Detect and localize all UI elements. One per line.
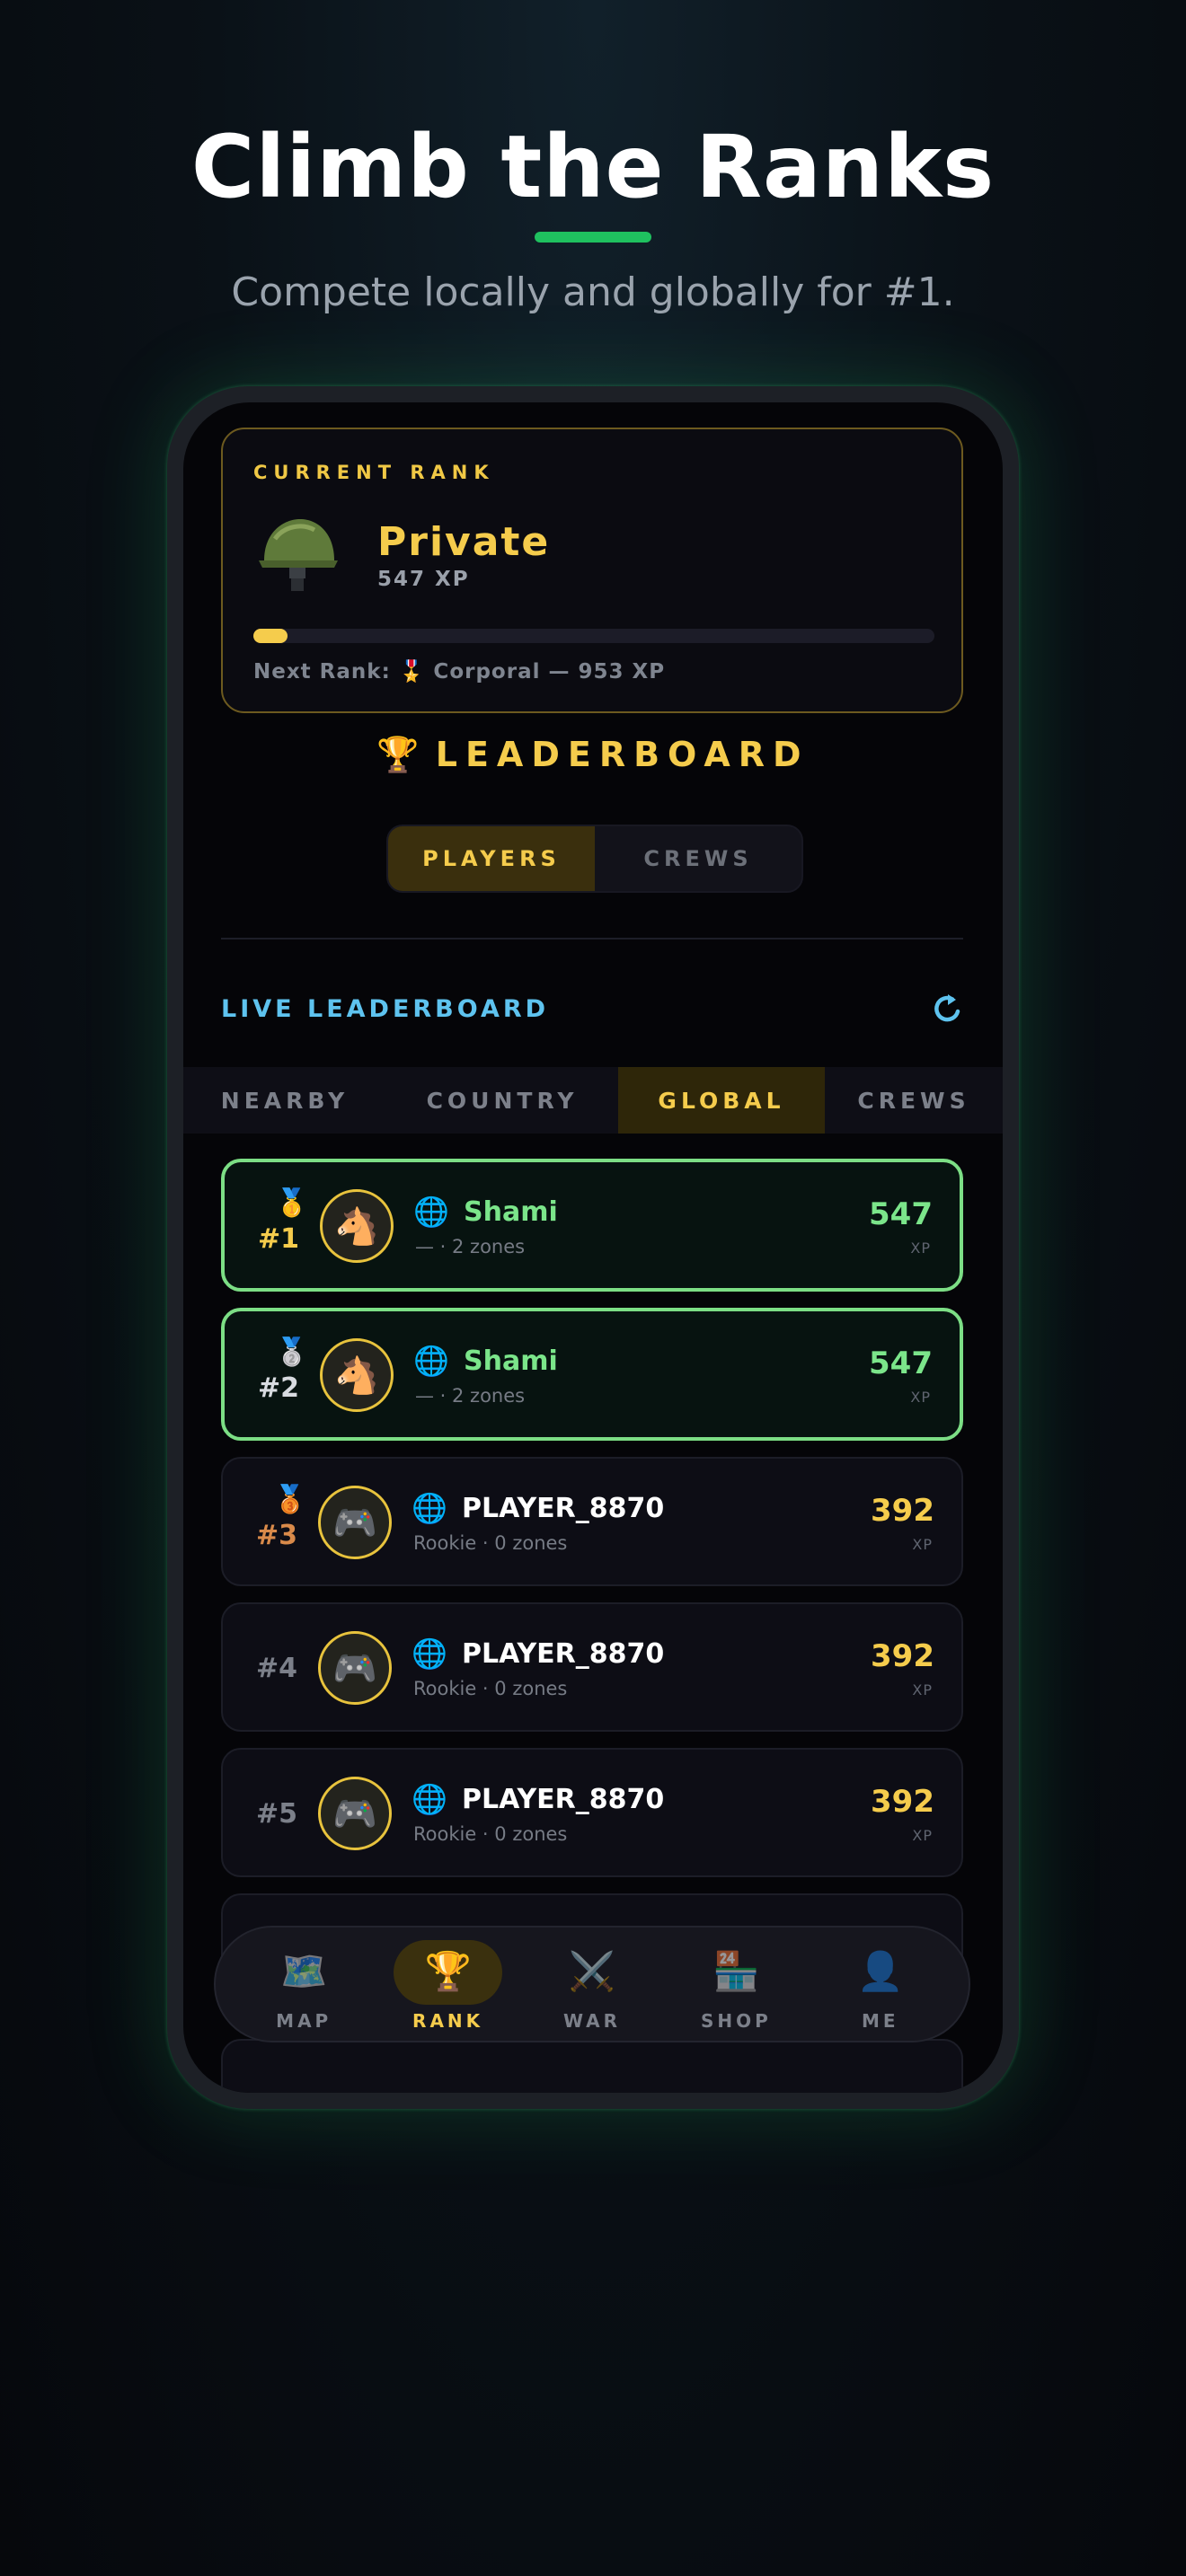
bronze-medal-icon: 🥉 — [273, 1484, 307, 1515]
gold-medal-icon: 🥇 — [275, 1187, 309, 1219]
segment-crews[interactable]: CREWS — [595, 826, 801, 891]
phone-frame: CURRENT RANK Private 547 XP Next Rank: 🎖… — [167, 386, 1019, 2109]
leaderboard-row[interactable]: 🥇 #1 🐴 🌐 Shami — · 2 zones 547 XP — [221, 1159, 963, 1292]
tab-global[interactable]: GLOBAL — [618, 1067, 825, 1134]
player-xp: 547 — [869, 1345, 933, 1381]
player-name: Shami — [464, 1345, 558, 1377]
segment-players[interactable]: PLAYERS — [388, 826, 595, 891]
player-subtitle: Rookie · 0 zones — [413, 1678, 568, 1699]
current-rank-caption: CURRENT RANK — [253, 462, 495, 483]
nav-war[interactable]: ⚔️ WAR — [520, 1928, 664, 2041]
scope-tabs: NEARBY COUNTRY GLOBAL CREWS — [183, 1067, 1003, 1134]
leaderboard-row[interactable]: #4 🎮 🌐 PLAYER_8870 Rookie · 0 zones 392 … — [221, 1602, 963, 1732]
shop-icon: 🏪 — [712, 1949, 760, 1993]
row-rank: #5 — [255, 1798, 297, 1830]
silver-medal-icon: 🥈 — [275, 1337, 309, 1368]
avatar: 🐴 — [320, 1189, 394, 1263]
globe-icon: 🌐 — [412, 1491, 447, 1525]
current-rank-card: CURRENT RANK Private 547 XP Next Rank: 🎖… — [221, 428, 963, 713]
leaderboard-heading: 🏆 LEADERBOARD — [183, 735, 1003, 775]
globe-icon: 🌐 — [412, 1782, 447, 1816]
nav-label: RANK — [412, 2010, 484, 2032]
avatar: 🐴 — [320, 1338, 394, 1412]
tab-nearby[interactable]: NEARBY — [183, 1067, 386, 1134]
rank-progress-fill — [253, 629, 288, 643]
player-subtitle: — · 2 zones — [415, 1236, 526, 1257]
nav-label: ME — [862, 2010, 899, 2032]
app-screen: CURRENT RANK Private 547 XP Next Rank: 🎖… — [183, 402, 1003, 2093]
globe-icon: 🌐 — [413, 1195, 449, 1229]
xp-unit: XP — [912, 1536, 933, 1553]
leaderboard-row[interactable]: 🥉 #3 🎮 🌐 PLAYER_8870 Rookie · 0 zones 39… — [221, 1457, 963, 1586]
player-xp: 392 — [871, 1493, 934, 1529]
globe-icon: 🌐 — [413, 1344, 449, 1378]
hero-title: Climb the Ranks — [190, 117, 996, 217]
player-name: PLAYER_8870 — [462, 1638, 665, 1670]
row-rank: #3 — [255, 1520, 297, 1551]
player-name: PLAYER_8870 — [462, 1493, 665, 1524]
live-leaderboard-title: LIVE LEADERBOARD — [221, 995, 550, 1023]
trophy-icon: 🏆 — [376, 735, 420, 774]
leaderboard-segment-control: PLAYERS CREWS — [386, 825, 803, 893]
profile-icon: 👤 — [856, 1949, 904, 1993]
next-rank-text: Next Rank: 🎖️ Corporal — 953 XP — [253, 660, 666, 684]
nav-label: MAP — [276, 2010, 332, 2032]
rank-progress-bar — [253, 629, 934, 643]
player-xp: 392 — [871, 1638, 934, 1674]
rank-name: Private — [377, 519, 551, 565]
leaderboard-title: LEADERBOARD — [435, 735, 810, 774]
refresh-icon[interactable] — [931, 992, 965, 1026]
row-rank: #2 — [257, 1372, 299, 1404]
hero-underline — [535, 232, 651, 243]
player-name: PLAYER_8870 — [462, 1784, 665, 1815]
crossed-swords-icon: ⚔️ — [568, 1949, 616, 1993]
tab-country[interactable]: COUNTRY — [386, 1067, 618, 1134]
trophy-icon: 🏆 — [424, 1949, 472, 1993]
nav-me[interactable]: 👤 ME — [809, 1928, 952, 2041]
nav-map[interactable]: 🗺️ MAP — [232, 1928, 376, 2041]
leaderboard-row[interactable] — [221, 2039, 963, 2093]
leaderboard-row[interactable]: #5 🎮 🌐 PLAYER_8870 Rookie · 0 zones 392 … — [221, 1748, 963, 1877]
xp-unit: XP — [912, 1827, 933, 1844]
player-subtitle: Rookie · 0 zones — [413, 1823, 568, 1845]
nav-label: WAR — [562, 2010, 622, 2032]
player-subtitle: Rookie · 0 zones — [413, 1532, 568, 1554]
xp-unit: XP — [910, 1389, 931, 1406]
player-xp: 392 — [871, 1784, 934, 1820]
xp-unit: XP — [910, 1239, 931, 1257]
xp-unit: XP — [912, 1681, 933, 1698]
rank-xp: 547 XP — [377, 568, 470, 591]
divider — [221, 938, 963, 940]
military-helmet-icon — [259, 519, 338, 591]
player-name: Shami — [464, 1196, 558, 1228]
nav-shop[interactable]: 🏪 SHOP — [664, 1928, 808, 2041]
avatar: 🎮 — [318, 1486, 392, 1559]
bottom-nav: 🗺️ MAP 🏆 RANK ⚔️ WAR 🏪 SHOP 👤 ME — [214, 1926, 970, 2042]
row-rank: #1 — [257, 1223, 299, 1255]
tab-crews[interactable]: CREWS — [825, 1067, 1003, 1134]
globe-icon: 🌐 — [412, 1636, 447, 1671]
avatar: 🎮 — [318, 1631, 392, 1705]
avatar: 🎮 — [318, 1777, 392, 1850]
nav-rank[interactable]: 🏆 RANK — [376, 1928, 519, 2041]
player-subtitle: — · 2 zones — [415, 1385, 526, 1407]
player-xp: 547 — [869, 1196, 933, 1232]
row-rank: #4 — [255, 1653, 297, 1684]
nav-label: SHOP — [701, 2010, 772, 2032]
hero-subtitle: Compete locally and globally for #1. — [231, 269, 955, 315]
map-icon: 🗺️ — [280, 1949, 328, 1993]
leaderboard-row[interactable]: 🥈 #2 🐴 🌐 Shami — · 2 zones 547 XP — [221, 1308, 963, 1441]
